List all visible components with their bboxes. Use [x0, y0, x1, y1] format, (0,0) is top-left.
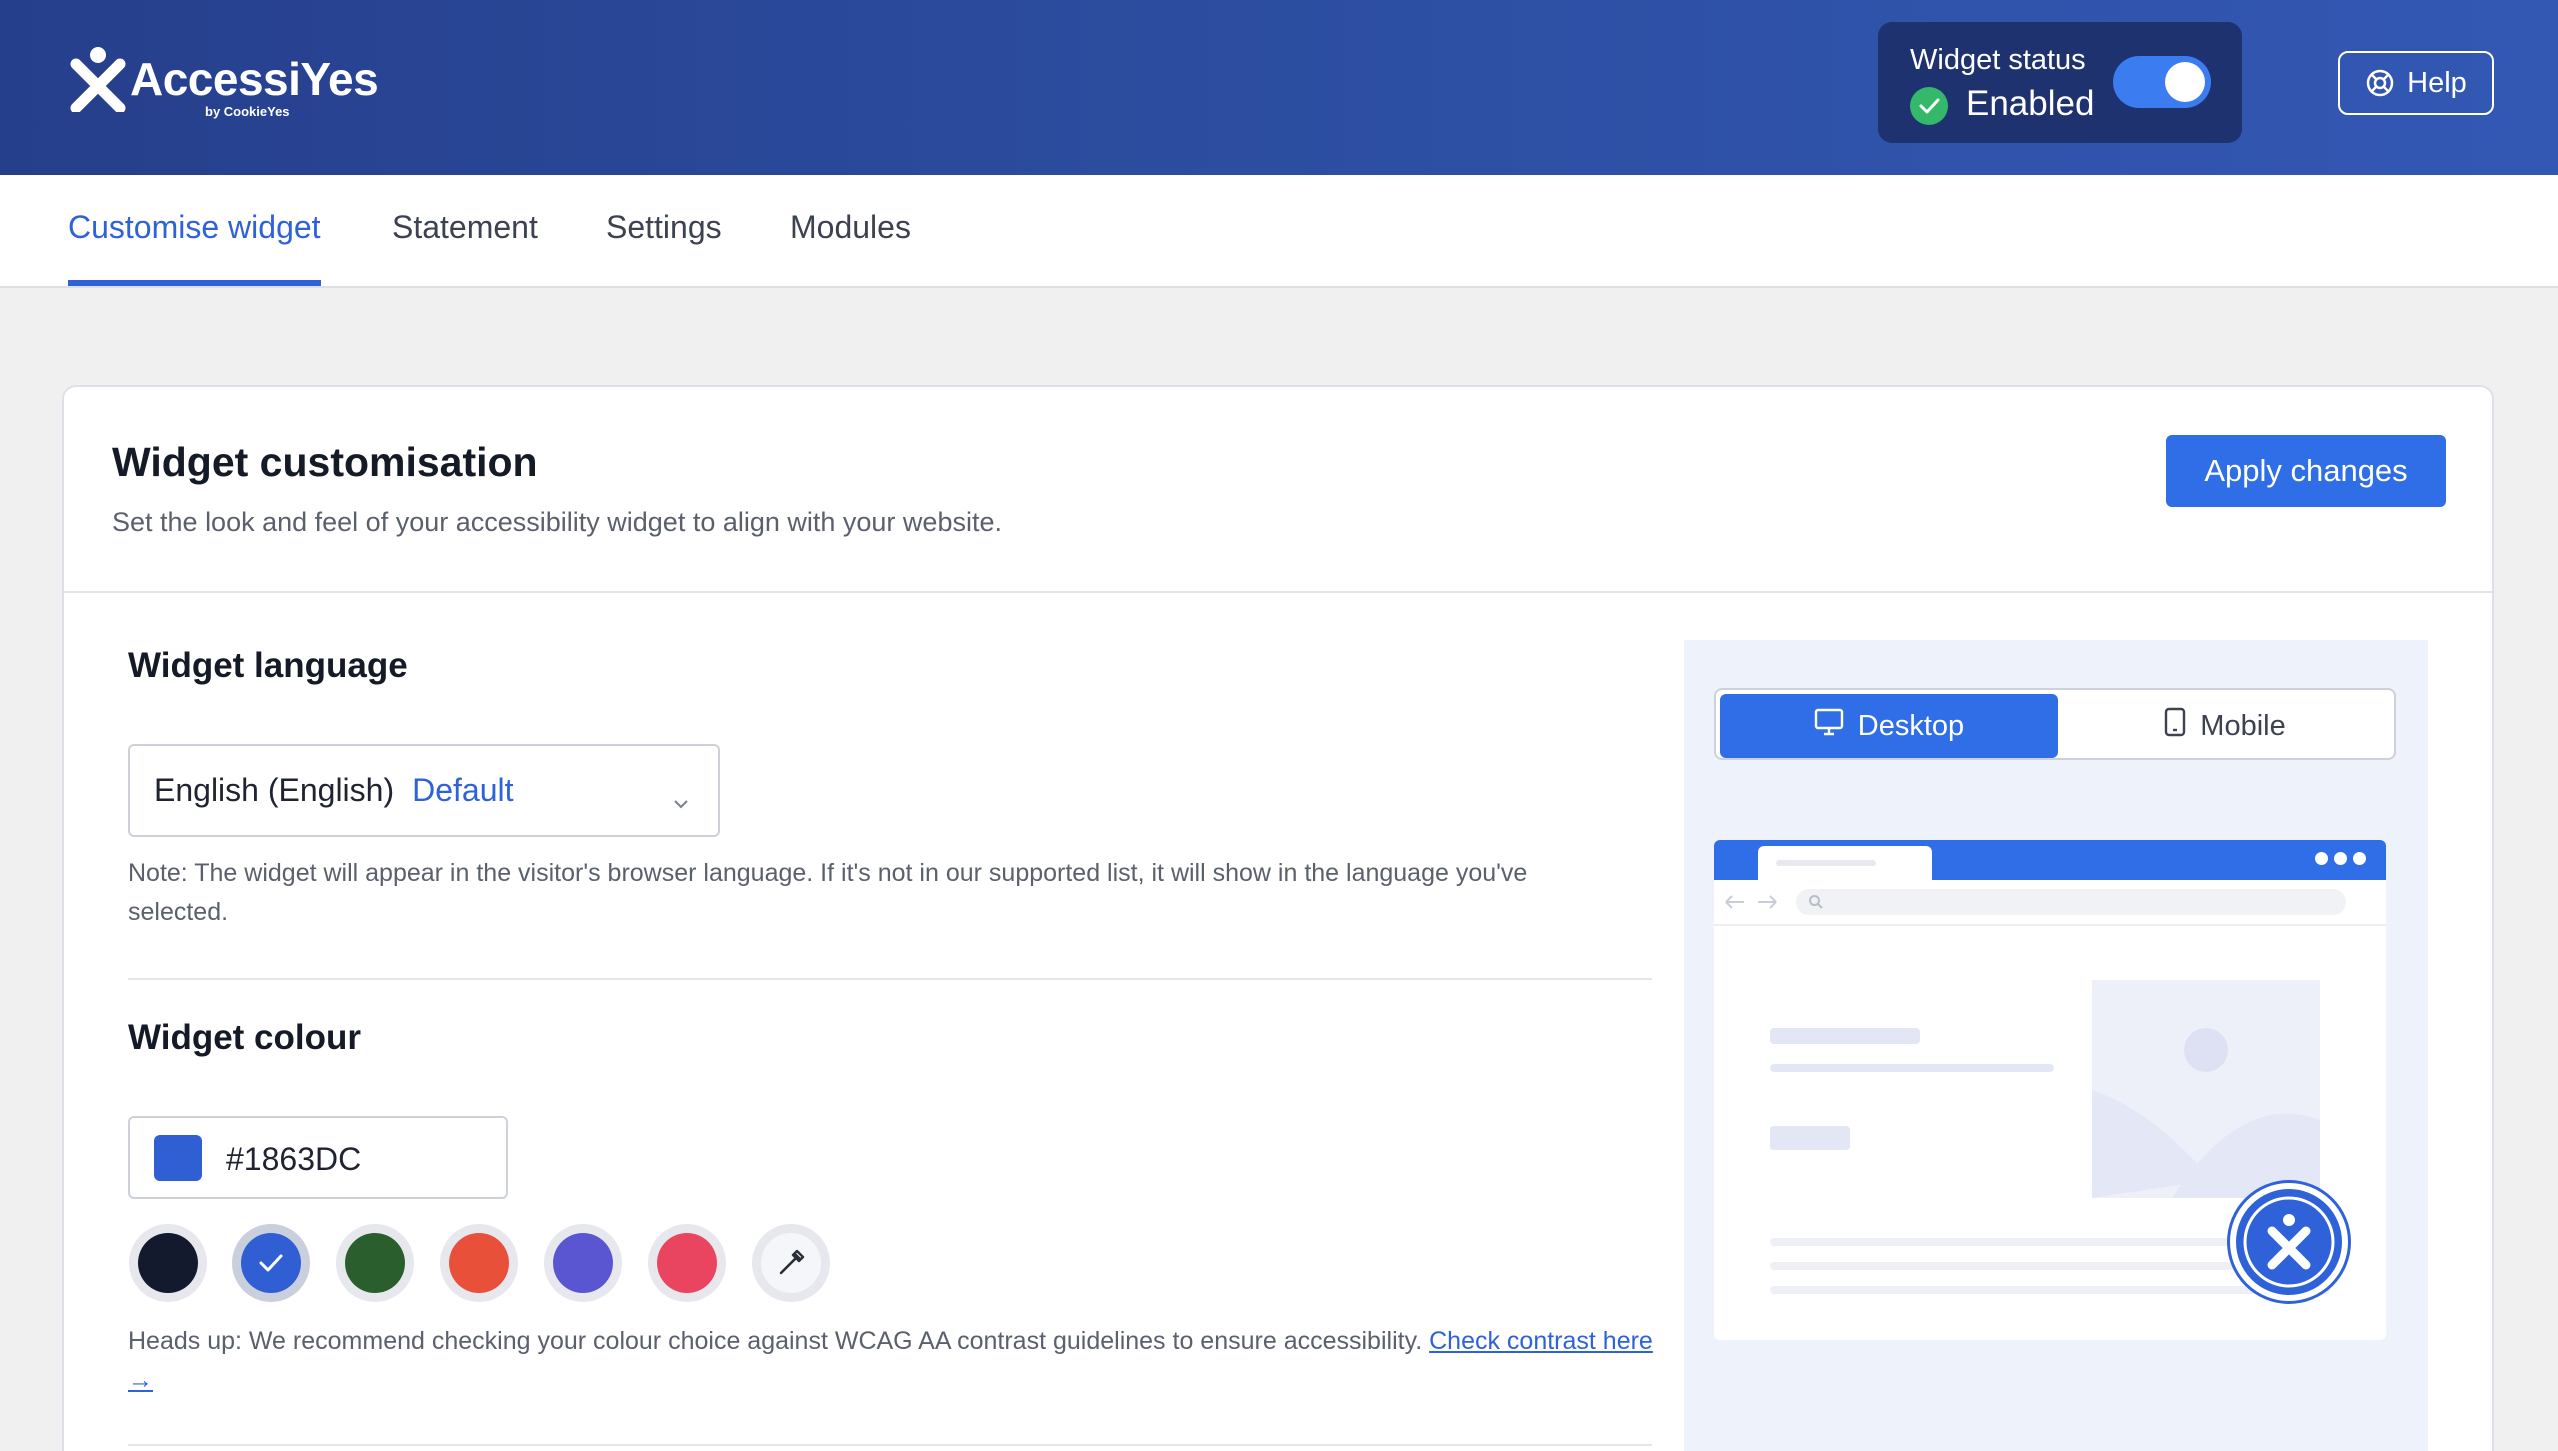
colour-swatch-blue[interactable] [232, 1224, 310, 1302]
language-note: Note: The widget will appear in the visi… [128, 859, 1528, 926]
apply-changes-button[interactable]: Apply changes [2166, 435, 2446, 507]
colour-swatch-red[interactable] [648, 1224, 726, 1302]
widget-language-title: Widget language [128, 646, 408, 685]
accessiyes-widget-icon [2243, 1196, 2335, 1288]
browser-tab [1758, 846, 1932, 880]
more-dots-icon [2315, 852, 2366, 865]
colour-input[interactable]: #1863DC [128, 1116, 508, 1199]
monitor-icon [1814, 708, 1844, 744]
device-toggle: Desktop Mobile [1714, 688, 2396, 760]
lifebuoy-icon [2365, 68, 2395, 98]
address-row [1714, 880, 2386, 926]
accessiyes-logo: AccessiYes [70, 46, 379, 114]
contrast-note-text: Heads up: We recommend checking your col… [128, 1327, 1423, 1355]
logo-subtext: by CookieYes [205, 104, 290, 119]
widget-status-toggle[interactable] [2113, 56, 2211, 108]
mobile-phone-icon [2164, 707, 2186, 745]
image-placeholder [2092, 980, 2320, 1198]
widget-status-panel: Widget status Enabled [1878, 22, 2242, 143]
tab-modules[interactable]: Modules [790, 209, 911, 280]
eyedropper-icon [774, 1246, 808, 1280]
swatch-fill [345, 1233, 405, 1293]
check-icon [254, 1246, 288, 1280]
content-placeholder [1770, 1028, 1920, 1044]
tab-placeholder [1776, 860, 1876, 866]
card-header: Widget customisation Set the look and fe… [64, 387, 2492, 593]
swatch-fill [138, 1233, 198, 1293]
card-title: Widget customisation [112, 439, 538, 485]
mobile-label: Mobile [2200, 709, 2286, 742]
contrast-note: Heads up: We recommend checking your col… [128, 1322, 1658, 1400]
desktop-button[interactable]: Desktop [1720, 694, 2058, 758]
content-placeholder [1770, 1126, 1850, 1150]
top-header: AccessiYes by CookieYes Widget status En… [0, 0, 2558, 175]
section-divider [128, 978, 1652, 980]
help-button[interactable]: Help [2338, 51, 2494, 115]
toggle-knob [2165, 62, 2205, 102]
colour-swatch-navy[interactable] [129, 1224, 207, 1302]
colour-swatch-orange[interactable] [440, 1224, 518, 1302]
tab-statement[interactable]: Statement [392, 209, 538, 280]
logo-icon [70, 46, 126, 114]
section-divider [128, 1444, 1652, 1446]
language-selected-value: English (English) [154, 772, 395, 808]
address-bar [1796, 889, 2346, 915]
search-icon [1809, 895, 1823, 909]
custom-colour-picker[interactable] [752, 1224, 830, 1302]
back-forward-icon [1722, 890, 1782, 919]
swatch-fill [553, 1233, 613, 1293]
chevron-down-icon [672, 784, 690, 809]
tab-customise-widget[interactable]: Customise widget [68, 209, 321, 286]
colour-swatch-green[interactable] [336, 1224, 414, 1302]
language-select[interactable]: English (English) Default [128, 744, 720, 837]
mobile-button[interactable]: Mobile [2056, 694, 2394, 758]
tab-settings[interactable]: Settings [606, 209, 722, 280]
check-circle-icon [1910, 87, 1948, 125]
swatch-fill [657, 1233, 717, 1293]
card-subtitle: Set the look and feel of your accessibil… [112, 507, 1002, 537]
colour-swatch-purple[interactable] [544, 1224, 622, 1302]
browser-bar [1714, 840, 2386, 880]
main-tabs: Customise widget Statement Settings Modu… [0, 175, 2558, 288]
desktop-label: Desktop [1857, 709, 1965, 742]
colour-preview-square [154, 1135, 202, 1181]
accessibility-widget-button[interactable] [2230, 1183, 2348, 1301]
colour-hex-value: #1863DC [226, 1141, 362, 1177]
swatch-fill [449, 1233, 509, 1293]
widget-status-label: Widget status [1910, 44, 2086, 76]
logo-text: AccessiYes [130, 53, 379, 105]
default-tag: Default [412, 772, 514, 808]
help-label: Help [2407, 66, 2467, 99]
widget-status-value: Enabled [1966, 84, 2095, 123]
content-placeholder [1770, 1064, 2054, 1072]
widget-colour-title: Widget colour [128, 1018, 362, 1057]
